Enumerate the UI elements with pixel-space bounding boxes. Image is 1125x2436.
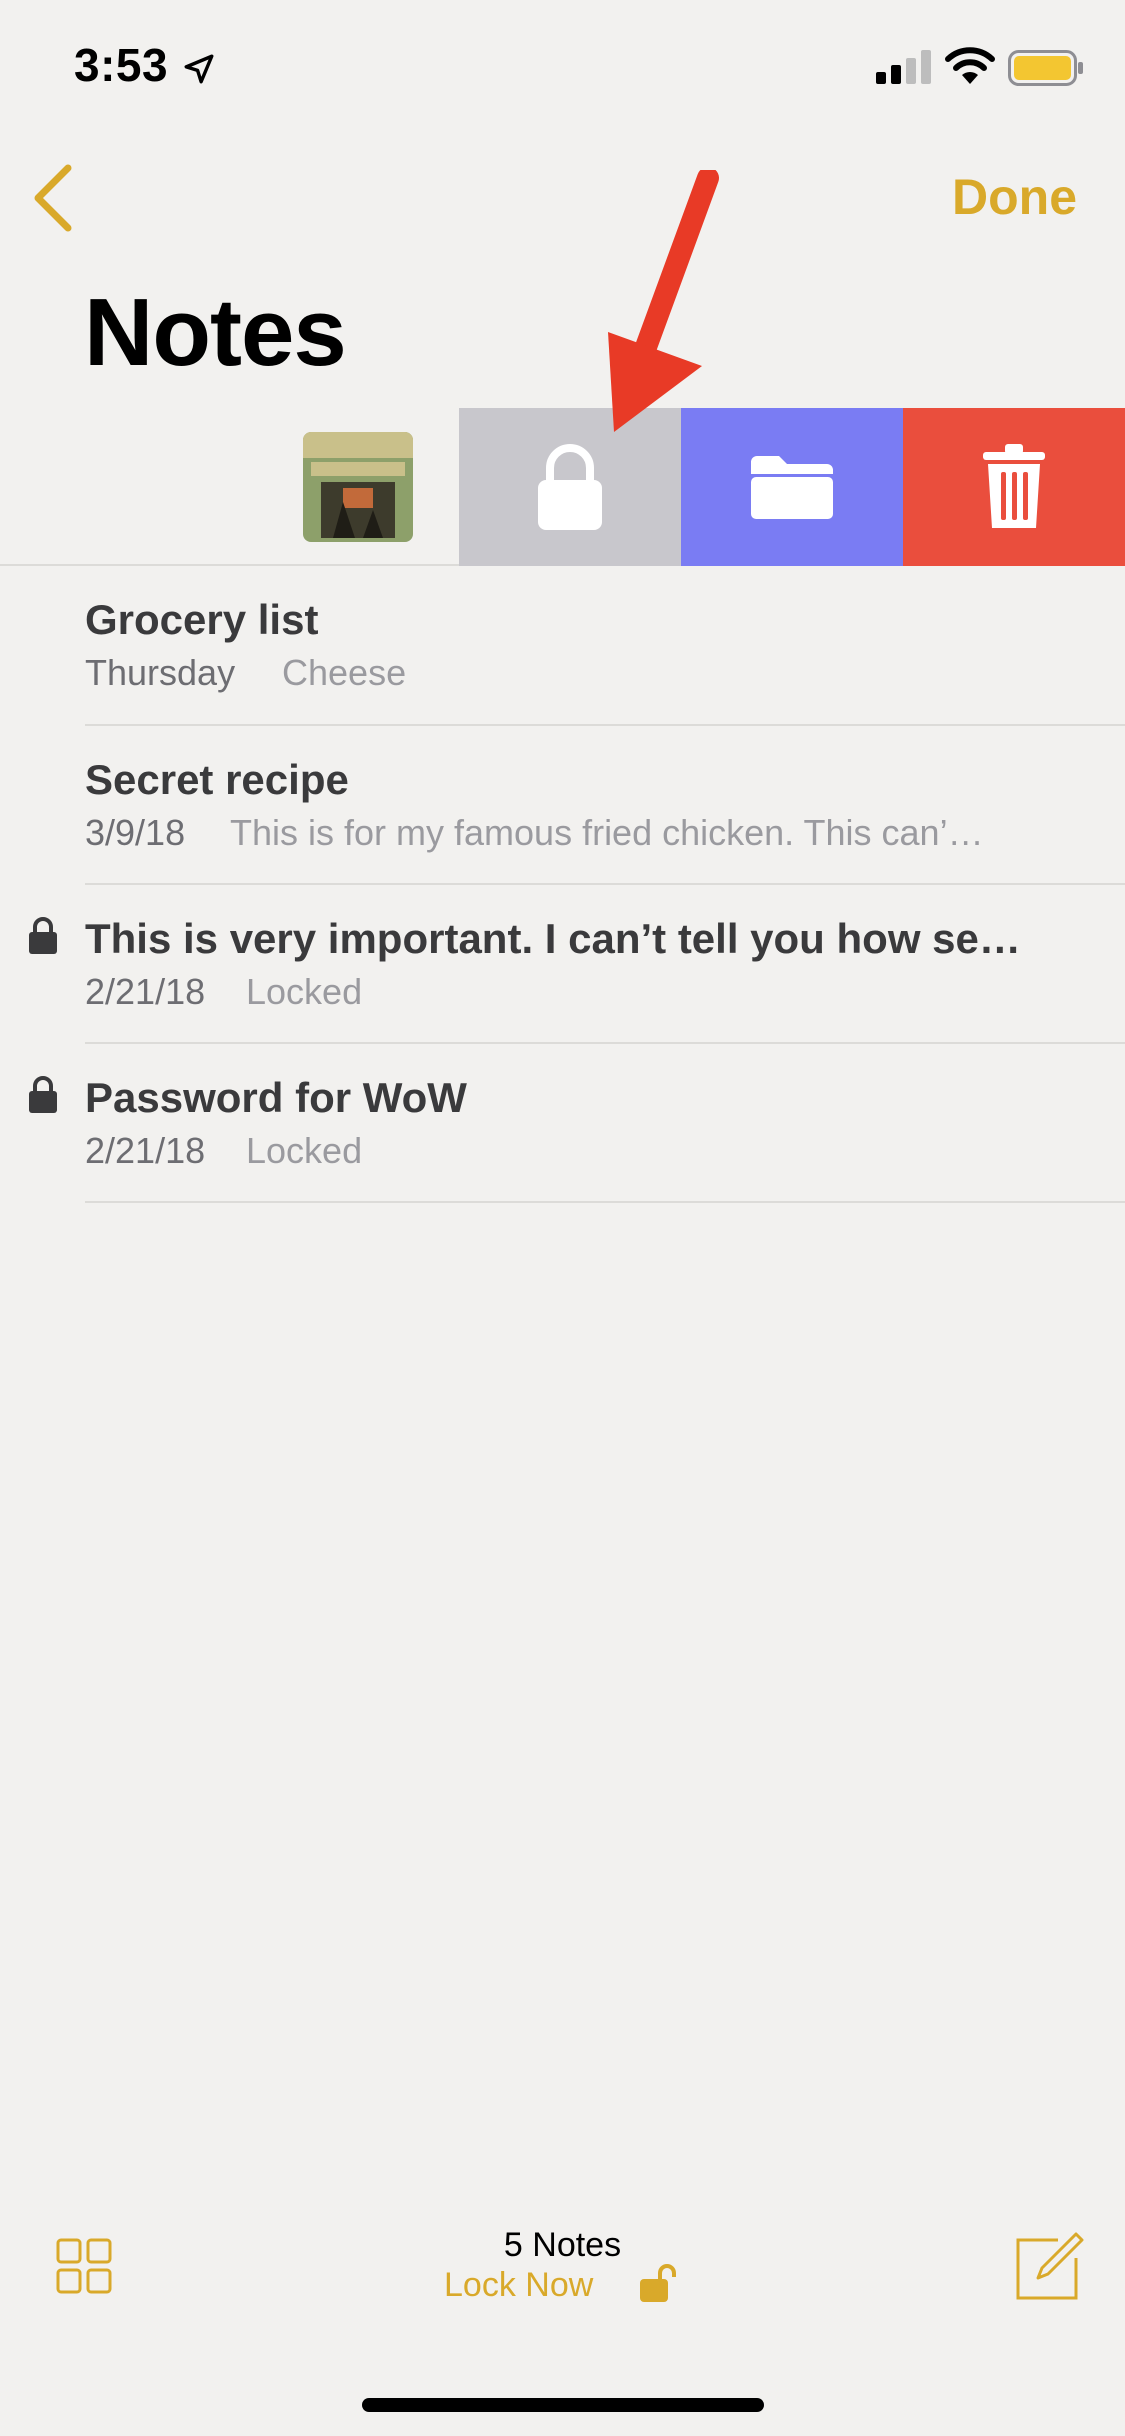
divider	[0, 564, 460, 566]
lock-icon	[29, 917, 57, 954]
note-date: Thursday	[85, 652, 236, 693]
list-item[interactable]: Password for WoW 2/21/18 Locked	[0, 1046, 1125, 1202]
battery-icon	[1008, 50, 1083, 86]
delete-button[interactable]	[903, 408, 1125, 566]
cellular-signal-icon	[876, 50, 931, 84]
divider	[85, 883, 1125, 885]
chevron-left-icon[interactable]	[30, 162, 78, 234]
done-button[interactable]: Done	[952, 168, 1077, 226]
lock-now-button[interactable]: Lock Now	[444, 2266, 593, 2305]
folder-icon	[751, 456, 833, 519]
status-time: 3:53	[74, 39, 169, 91]
list-item[interactable]: Secret recipe 3/9/18 This is for my famo…	[0, 728, 1125, 884]
list-item[interactable]: This is very important. I can’t tell you…	[0, 887, 1125, 1043]
divider	[85, 1042, 1125, 1044]
note-preview: This is for my famous fried chicken. Thi…	[230, 812, 984, 853]
lock-icon	[538, 444, 602, 530]
note-title: This is very important. I can’t tell you…	[85, 915, 1021, 962]
note-date: 2/21/18	[85, 971, 206, 1012]
divider	[85, 724, 1125, 726]
note-title: Grocery list	[85, 596, 319, 643]
note-preview: Locked	[246, 971, 363, 1012]
compose-icon[interactable]	[1014, 2232, 1084, 2302]
lock-icon	[29, 1076, 57, 1113]
divider	[85, 1201, 1125, 1203]
note-preview: Locked	[246, 1130, 363, 1171]
page-title: Notes	[84, 279, 347, 386]
note-title: Password for WoW	[85, 1074, 467, 1121]
notes-count: 5 Notes	[503, 2226, 622, 2264]
annotation-arrow	[608, 170, 719, 432]
trash-icon	[983, 444, 1045, 528]
note-thumbnail[interactable]	[303, 432, 413, 542]
note-date: 2/21/18	[85, 1130, 206, 1171]
list-item[interactable]: Grocery list Thursday Cheese	[0, 570, 1125, 726]
unlocked-padlock-icon[interactable]	[638, 2262, 678, 2304]
note-date: 3/9/18	[85, 812, 186, 853]
note-preview: Cheese	[282, 652, 407, 693]
wifi-icon	[945, 47, 995, 84]
home-indicator	[362, 2398, 764, 2412]
location-arrow-icon	[184, 54, 214, 84]
note-title: Secret recipe	[85, 756, 349, 803]
